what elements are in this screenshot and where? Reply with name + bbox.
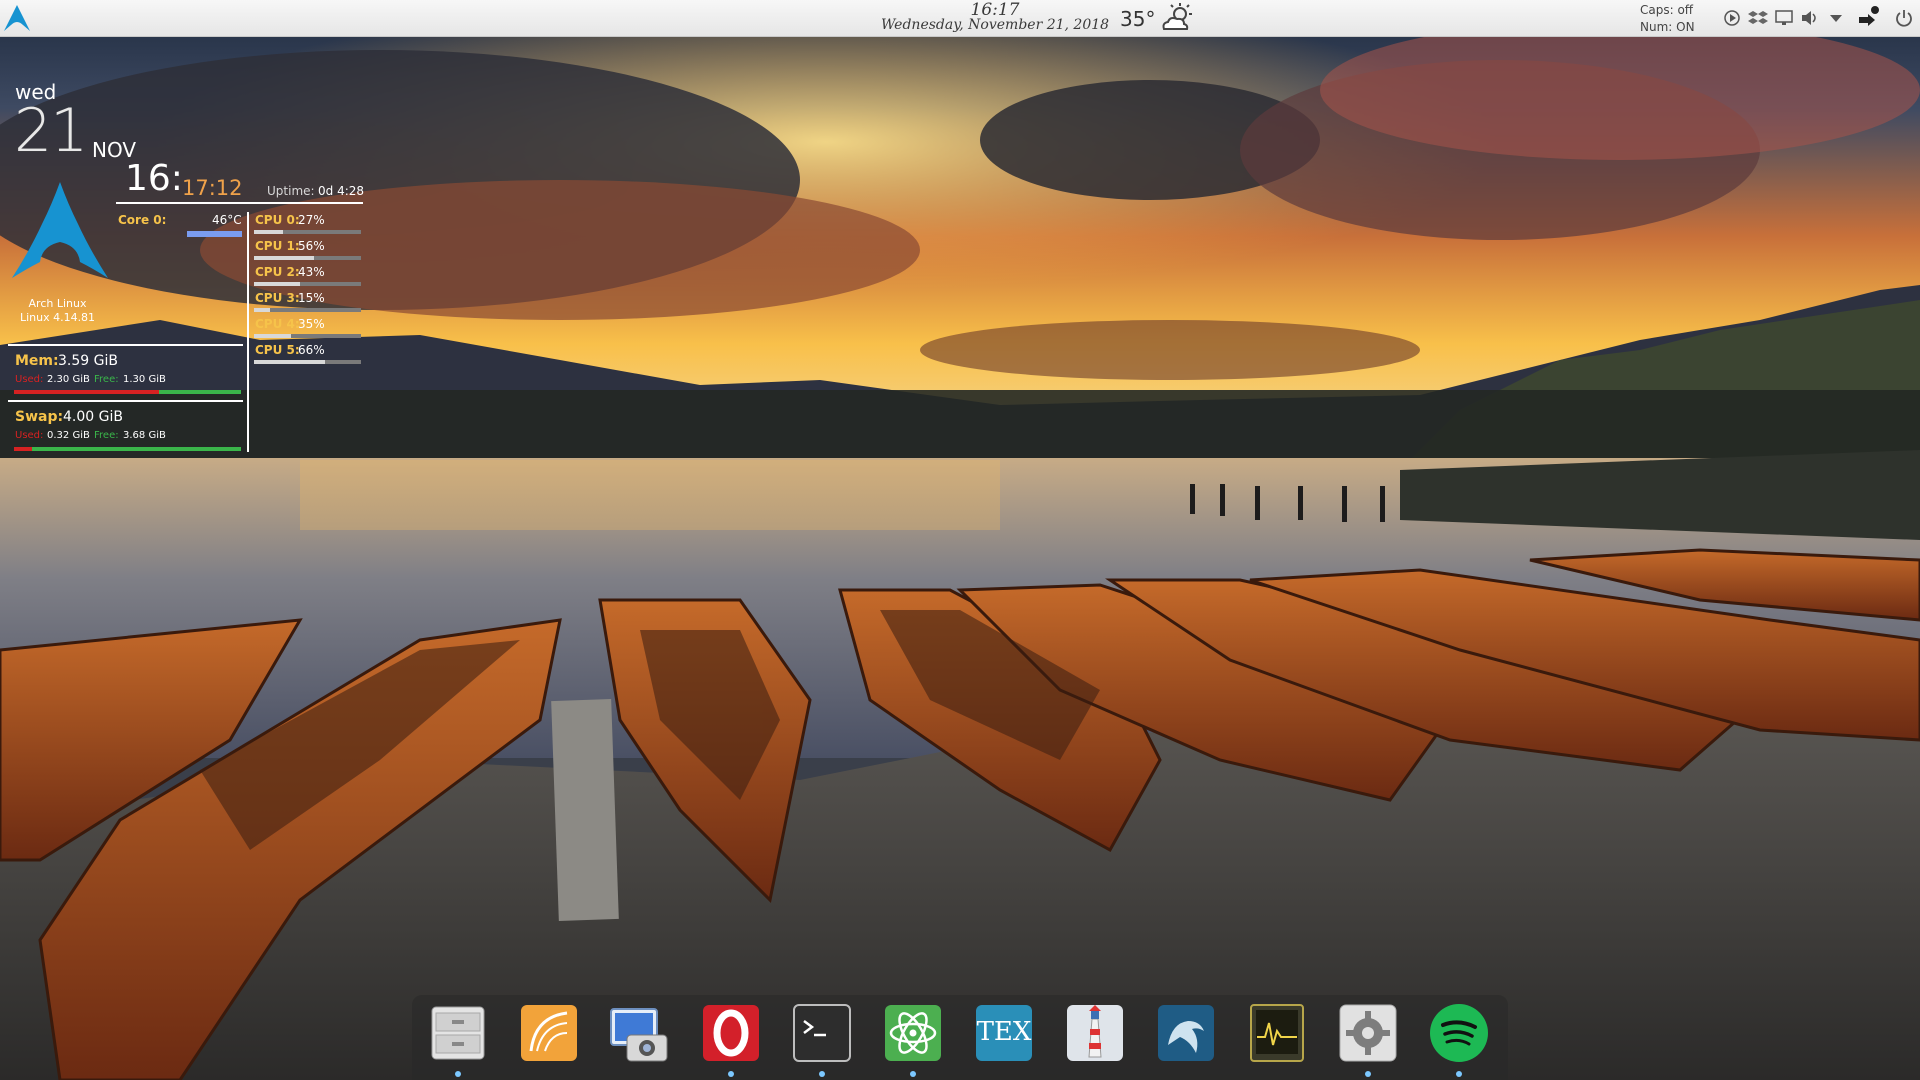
conky-divider (8, 344, 243, 346)
cpu-label: CPU 0: (255, 213, 300, 227)
conky-mem-free-label: Free: (94, 374, 119, 385)
partly-sunny-icon[interactable] (1160, 3, 1194, 33)
sublime-text-icon[interactable] (517, 1001, 581, 1065)
top-panel: 16:17 Wednesday, November 21, 2018 35° C… (0, 0, 1920, 37)
conky-swap-used: 0.32 GiB (47, 430, 90, 441)
cpu-value: 15% (298, 291, 325, 305)
cpu-value: 66% (298, 343, 325, 357)
conky-swap-free: 3.68 GiB (123, 430, 166, 441)
mysql-workbench-icon[interactable] (1154, 1001, 1218, 1065)
cpu-label: CPU 1: (255, 239, 300, 253)
cpu-usage-fill (254, 360, 325, 364)
conky-core-label: Core 0: (118, 213, 167, 227)
volume-icon[interactable] (1800, 8, 1820, 28)
cpu-usage-bar (254, 360, 361, 364)
num-lock-status: Num: ON (1640, 20, 1695, 34)
conky-swap-used-label: Used: (15, 430, 44, 441)
file-manager-icon[interactable] (426, 1001, 490, 1065)
cpu-usage-bar (254, 282, 361, 286)
conky-hour-minute: 16: (125, 158, 183, 199)
spotify-icon[interactable] (1427, 1001, 1491, 1065)
tex-icon[interactable]: TEX (972, 1001, 1036, 1065)
cpu-usage-bar (254, 334, 361, 338)
weather-temperature[interactable]: 35° (1120, 7, 1155, 31)
cpu-value: 35% (298, 317, 325, 331)
conky-kernel: Linux 4.14.81 (19, 311, 96, 324)
display-icon[interactable] (1774, 8, 1794, 28)
conky-swap-used-fill (14, 447, 33, 451)
conky-mem-used-label: Used: (15, 374, 44, 385)
conky-mem-used: 2.30 GiB (47, 374, 90, 385)
dock-running-dot (1365, 1071, 1371, 1077)
dock-running-dot (1456, 1071, 1462, 1077)
cpu-label: CPU 3: (255, 291, 300, 305)
cpu-usage-fill (254, 256, 314, 260)
conky-mem-free: 1.30 GiB (123, 374, 166, 385)
opera-icon[interactable] (699, 1001, 763, 1065)
dropbox-icon[interactable] (1748, 8, 1768, 28)
atom-icon[interactable] (881, 1001, 945, 1065)
cpu-usage-bar (254, 230, 361, 234)
conky-swap-total: 4.00 GiB (63, 409, 123, 425)
cpu-usage-bar (254, 308, 361, 312)
cpu-label: CPU 5: (255, 343, 300, 357)
conky-mem-total: 3.59 GiB (58, 353, 118, 369)
conky-seconds: 17:12 (182, 176, 243, 200)
terminal-icon[interactable] (790, 1001, 854, 1065)
screenshot-icon[interactable] (607, 1001, 671, 1065)
cpu-label: CPU 2: (255, 265, 300, 279)
cpu-label: CPU 4: (255, 317, 300, 331)
dock-running-dot (728, 1071, 734, 1077)
cpu-value: 27% (298, 213, 325, 227)
network-icon[interactable] (1856, 5, 1880, 29)
dock-running-dot (455, 1071, 461, 1077)
cpu-usage-fill (254, 282, 300, 286)
conky-date: 21 (14, 96, 88, 166)
lighthouse-icon[interactable] (1063, 1001, 1127, 1065)
arch-launcher-icon[interactable] (2, 3, 32, 33)
conky-swap-bar (14, 447, 241, 451)
conky-swap-label: Swap: (15, 409, 64, 425)
arch-linux-logo-icon (12, 182, 108, 278)
system-monitor-icon[interactable] (1245, 1001, 1309, 1065)
desktop-wallpaper (0, 0, 1920, 1080)
conky-mem-label: Mem: (15, 353, 59, 369)
caps-lock-status: Caps: off (1640, 3, 1694, 17)
conky-distro: Arch Linux (28, 297, 87, 310)
conky-swap-free-label: Free: (94, 430, 119, 441)
cpu-value: 56% (298, 239, 325, 253)
media-play-icon[interactable] (1722, 8, 1742, 28)
settings-icon[interactable] (1336, 1001, 1400, 1065)
conky-core-temp: 46°C (212, 213, 242, 227)
conky-core-temp-bar (187, 231, 242, 237)
cpu-usage-fill (254, 334, 292, 338)
panel-clock-date[interactable]: Wednesday, November 21, 2018 (870, 17, 1120, 33)
cpu-value: 43% (298, 265, 325, 279)
conky-mem-bar (14, 390, 241, 394)
chevron-down-icon[interactable] (1826, 8, 1846, 28)
tex-label: TEX (976, 1017, 1032, 1047)
power-icon[interactable] (1894, 8, 1914, 28)
cpu-usage-fill (254, 308, 271, 312)
conky-uptime-value: 0d 4:28 (318, 184, 365, 198)
dock-running-dot (910, 1071, 916, 1077)
conky-mem-used-fill (14, 390, 160, 394)
conky-divider (247, 212, 249, 452)
conky-divider (8, 400, 243, 402)
conky-divider (116, 202, 363, 204)
dock-running-dot (819, 1071, 825, 1077)
conky-uptime-label: Uptime: (267, 184, 315, 198)
cpu-usage-fill (254, 230, 283, 234)
cpu-usage-bar (254, 256, 361, 260)
